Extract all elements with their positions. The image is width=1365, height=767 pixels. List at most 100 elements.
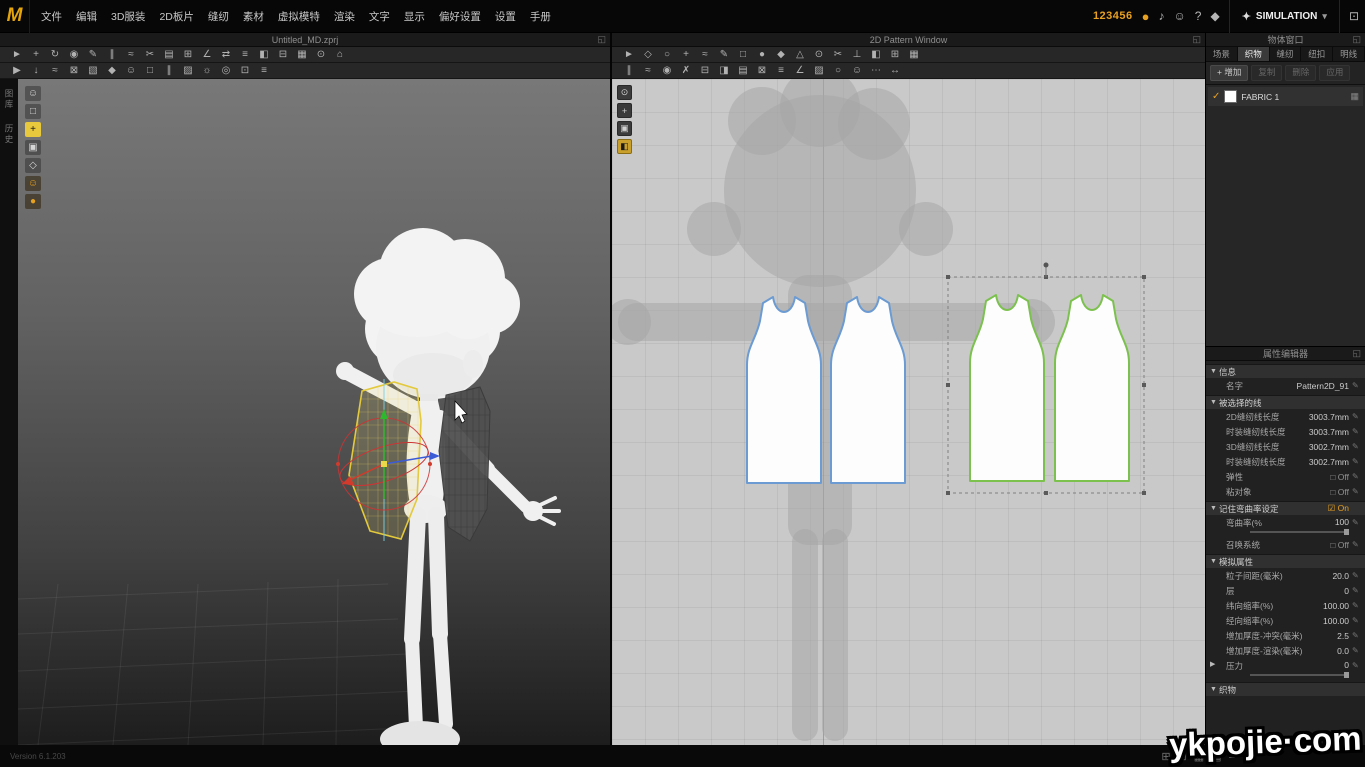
show-seam-icon[interactable]: ∥ — [160, 64, 178, 78]
pattern-info-icon[interactable]: ○ — [829, 64, 847, 78]
pin-tool-icon[interactable]: ◉ — [65, 48, 83, 62]
property-value[interactable]: 3003.7mm — [1309, 412, 1352, 422]
simulation-button[interactable]: ✦ SIMULATION ▾ — [1229, 0, 1340, 33]
ruler-icon[interactable]: ↔ — [886, 64, 904, 78]
measure-tool-icon[interactable]: ∠ — [198, 48, 216, 62]
settings-icon[interactable]: ≡ — [255, 64, 273, 78]
edit-pencil-icon[interactable]: ✎ — [1352, 427, 1361, 436]
object-action-button[interactable]: 复制 — [1251, 65, 1282, 81]
object-action-button[interactable]: + 增加 — [1210, 65, 1248, 81]
layer-2d-icon[interactable]: ⊠ — [753, 64, 771, 78]
fabric-list-item[interactable]: ✓ FABRIC 1 ▦ — [1208, 87, 1363, 106]
add-point-tool-icon[interactable]: + — [677, 48, 695, 62]
sew-segment-tool-icon[interactable]: ∥ — [620, 64, 638, 78]
menu-item[interactable]: 素材 — [236, 7, 271, 26]
edit-pencil-icon[interactable]: ✎ — [1352, 661, 1361, 670]
avatar-pose-icon[interactable]: ☺ — [25, 176, 41, 191]
property-value[interactable]: 0.0 — [1337, 646, 1352, 656]
property-value[interactable]: 100 — [1335, 517, 1352, 527]
dart-tool-icon[interactable]: ◆ — [772, 48, 790, 62]
edit-texture-icon[interactable]: ▣ — [617, 121, 632, 136]
property-row[interactable]: ▼ 信息 ✎ — [1206, 364, 1365, 378]
property-row[interactable]: 召唤系统 □ Off ✎ — [1206, 537, 1365, 552]
edit-point-tool-icon[interactable]: ○ — [658, 48, 676, 62]
edit-pencil-icon[interactable]: ✎ — [1352, 571, 1361, 580]
edit-pencil-icon[interactable]: ✎ — [1352, 457, 1361, 466]
rectangle-tool-icon[interactable]: □ — [734, 48, 752, 62]
edit-pencil-icon[interactable]: ✎ — [1352, 646, 1361, 655]
menu-item[interactable]: 设置 — [488, 7, 523, 26]
property-value[interactable]: 3002.7mm — [1309, 442, 1352, 452]
collapse-arrow-icon[interactable]: ▼ — [1210, 686, 1219, 693]
property-value[interactable]: 20.0 — [1332, 571, 1352, 581]
property-value[interactable]: □ Off — [1330, 540, 1352, 550]
expand-window-icon[interactable]: ◱ — [1352, 348, 1361, 359]
edit-pencil-icon[interactable]: ✎ — [1352, 442, 1361, 451]
fabric-swatch[interactable] — [1224, 90, 1237, 103]
expand-window-icon[interactable]: ◱ — [597, 34, 606, 45]
transform-pattern-tool-icon[interactable]: ► — [620, 48, 638, 62]
show-avatar-icon[interactable]: ☺ — [25, 86, 41, 101]
property-row[interactable]: 3D缝纫线长度 3002.7mm ✎ — [1206, 439, 1365, 454]
gizmo-move-icon[interactable]: + — [25, 122, 41, 137]
grid-2d-icon[interactable]: ▦ — [905, 48, 923, 62]
property-row[interactable]: ▶ 压力 0 ✎ — [1206, 658, 1365, 680]
snapshot-icon[interactable]: ⊡ — [236, 64, 254, 78]
polygon-tool-icon[interactable]: △ — [791, 48, 809, 62]
property-row[interactable]: 经向缩率(%) 100.00 ✎ — [1206, 613, 1365, 628]
collapse-arrow-icon[interactable]: ▼ — [1210, 558, 1219, 565]
collapse-arrow-icon[interactable]: ▼ — [1210, 505, 1219, 512]
property-row[interactable]: 纬向缩率(%) 100.00 ✎ — [1206, 598, 1365, 613]
menu-item[interactable]: 编辑 — [69, 7, 104, 26]
menu-item[interactable]: 渲染 — [327, 7, 362, 26]
rotation-handle[interactable] — [1044, 263, 1049, 268]
property-value[interactable]: □ Off — [1330, 487, 1352, 497]
property-row[interactable]: 粘对象 □ Off ✎ — [1206, 484, 1365, 499]
cut-tool-icon[interactable]: ✂ — [829, 48, 847, 62]
sewing-tool-icon[interactable]: ∥ — [103, 48, 121, 62]
pin-mode-icon[interactable]: ◇ — [25, 158, 41, 173]
property-row[interactable]: ▼ 模拟属性 ✎ — [1206, 554, 1365, 568]
object-action-button[interactable]: 应用 — [1319, 65, 1350, 81]
edit-pencil-icon[interactable]: ✎ — [1352, 631, 1361, 640]
gift-icon[interactable]: ◆ — [1210, 10, 1219, 22]
slider-track[interactable] — [1250, 674, 1349, 676]
property-row[interactable]: 增加厚度-冲突(毫米) 2.5 ✎ — [1206, 628, 1365, 643]
edit-sew-tool-icon[interactable]: ◉ — [658, 64, 676, 78]
sew-free-tool-icon[interactable]: ≈ — [639, 64, 657, 78]
property-row[interactable]: 弯曲率(% 100 ✎ — [1206, 515, 1365, 537]
show-silhouette-icon[interactable]: ☺ — [848, 64, 866, 78]
collapse-arrow-icon[interactable]: ▶ — [1210, 660, 1219, 668]
light-icon[interactable]: ☼ — [198, 64, 216, 78]
select-mesh-icon[interactable]: ▧ — [84, 64, 102, 78]
dash-line-tool-icon[interactable]: ⋯ — [867, 64, 885, 78]
property-row[interactable]: 2D缝纫线长度 3003.7mm ✎ — [1206, 409, 1365, 424]
pleat-tool-icon[interactable]: ▤ — [734, 64, 752, 78]
edit-pencil-icon[interactable]: ✎ — [1352, 540, 1361, 549]
object-tab[interactable]: 纽扣 — [1301, 47, 1333, 61]
menu-item[interactable]: 3D服装 — [104, 7, 152, 26]
property-row[interactable]: ▼ 被选择的线 ✎ — [1206, 395, 1365, 409]
tape-tool-icon[interactable]: ⇄ — [217, 48, 235, 62]
avatar-icon[interactable]: ☺ — [122, 64, 140, 78]
show-pattern-icon[interactable]: ▣ — [25, 140, 41, 155]
reset-view-icon[interactable]: ⌂ — [331, 48, 349, 62]
steam-tool-icon[interactable]: ≡ — [236, 48, 254, 62]
collapse-arrow-icon[interactable]: ▼ — [1210, 399, 1219, 406]
property-value[interactable]: 0 — [1344, 586, 1352, 596]
property-row[interactable]: 时装缝纫线长度 3003.7mm ✎ — [1206, 424, 1365, 439]
brush-icon[interactable]: ◆ — [103, 64, 121, 78]
select-tool-icon[interactable]: ► — [8, 48, 26, 62]
circle-tool-icon[interactable]: ● — [753, 48, 771, 62]
property-value[interactable]: 3002.7mm — [1309, 457, 1352, 467]
object-tab[interactable]: 缝纫 — [1270, 47, 1302, 61]
property-row[interactable]: 增加厚度-渲染(毫米) 0.0 ✎ — [1206, 643, 1365, 658]
pen-3d-tool-icon[interactable]: ✎ — [84, 48, 102, 62]
grid-icon[interactable]: ▦ — [293, 48, 311, 62]
slider-track[interactable] — [1250, 531, 1349, 533]
camera-icon[interactable]: ◎ — [217, 64, 235, 78]
edit-curve-tool-icon[interactable]: ≈ — [696, 48, 714, 62]
window-mode-icon[interactable]: ⊡ — [1349, 10, 1359, 22]
menu-item[interactable]: 显示 — [397, 7, 432, 26]
measure-2d-tool-icon[interactable]: ∠ — [791, 64, 809, 78]
